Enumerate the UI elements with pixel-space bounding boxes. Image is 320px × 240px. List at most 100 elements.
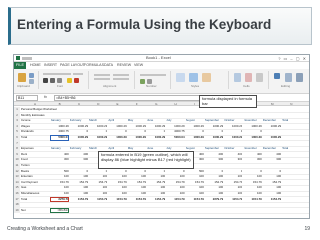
formula-input[interactable]: =B4+B5+B6 bbox=[54, 95, 214, 101]
cell[interactable]: March bbox=[89, 119, 107, 123]
cell[interactable]: 100 bbox=[89, 192, 108, 196]
cell[interactable]: 300 bbox=[51, 158, 69, 162]
cell[interactable]: 100 bbox=[89, 186, 108, 190]
column-header[interactable]: C bbox=[78, 102, 80, 106]
cell[interactable] bbox=[205, 164, 223, 168]
cell[interactable]: 1000.29 bbox=[70, 125, 88, 129]
cell[interactable]: 1000.29 bbox=[89, 125, 107, 129]
cell[interactable]: 100 bbox=[263, 175, 281, 179]
cell[interactable]: 0 bbox=[128, 170, 146, 174]
cell[interactable]: 0 bbox=[244, 130, 262, 134]
conditional-formatting-icon[interactable] bbox=[176, 73, 185, 82]
cell[interactable]: 1000.29 bbox=[89, 136, 107, 140]
cell[interactable]: 1000.29 bbox=[263, 136, 281, 140]
format-cells-icon[interactable] bbox=[256, 73, 263, 82]
cell-label[interactable]: Books bbox=[21, 170, 50, 174]
cell[interactable]: 100 bbox=[70, 192, 88, 196]
cell-label[interactable] bbox=[21, 203, 50, 207]
cell[interactable] bbox=[224, 164, 242, 168]
cell[interactable]: 100 bbox=[147, 186, 165, 190]
cell[interactable]: 100 bbox=[166, 186, 185, 190]
cell[interactable]: 1000.29 bbox=[224, 136, 242, 140]
cell[interactable]: 100 bbox=[244, 186, 262, 190]
cell[interactable]: 100 bbox=[166, 192, 185, 196]
cell[interactable]: 100 bbox=[224, 175, 243, 179]
cell[interactable]: 1000.29 bbox=[205, 125, 223, 129]
cell[interactable]: 100 bbox=[70, 186, 88, 190]
cell[interactable]: 100 bbox=[224, 192, 243, 196]
cell[interactable]: June bbox=[147, 119, 165, 123]
cell[interactable]: 1154.79 bbox=[224, 198, 242, 202]
cell[interactable]: 100 bbox=[128, 175, 146, 179]
cell-label[interactable]: Dividends bbox=[21, 130, 50, 134]
cell[interactable]: 100 bbox=[205, 186, 223, 190]
cell[interactable]: 1154.79 bbox=[147, 198, 165, 202]
cell[interactable]: 100 bbox=[89, 175, 108, 179]
cell[interactable]: 154.79 bbox=[89, 181, 108, 185]
cell[interactable]: 0 bbox=[70, 170, 88, 174]
cell[interactable]: 0 bbox=[108, 130, 127, 134]
cell-label[interactable]: Total bbox=[21, 136, 50, 140]
delete-cells-icon[interactable] bbox=[245, 73, 252, 82]
cell[interactable]: 0 bbox=[244, 170, 262, 174]
cell[interactable]: 0 bbox=[89, 170, 108, 174]
cell[interactable]: 100 bbox=[205, 175, 223, 179]
cell[interactable]: November bbox=[244, 147, 262, 151]
cell[interactable] bbox=[263, 164, 281, 168]
cell[interactable]: 400 bbox=[70, 153, 88, 157]
cell[interactable]: October bbox=[224, 119, 242, 123]
cell[interactable]: 100 bbox=[263, 186, 281, 190]
fx-label[interactable]: fx bbox=[44, 95, 47, 99]
align-top-icon[interactable] bbox=[94, 74, 110, 76]
cell[interactable]: 1000.29 bbox=[205, 136, 223, 140]
cell[interactable]: 1000.29 bbox=[166, 125, 184, 129]
cell-label[interactable]: Gas bbox=[21, 186, 50, 190]
cell[interactable]: 1154.79 bbox=[108, 198, 126, 202]
cell[interactable]: 0 bbox=[186, 130, 204, 134]
tab-formulas[interactable]: FORMULAS bbox=[84, 62, 104, 69]
cell[interactable]: February bbox=[70, 147, 88, 151]
cell[interactable]: 100 bbox=[128, 186, 146, 190]
cell[interactable]: 300 bbox=[263, 158, 281, 162]
cell[interactable]: 1000.29 bbox=[186, 125, 203, 129]
cell[interactable]: October bbox=[224, 147, 242, 151]
cell[interactable]: 100 bbox=[70, 175, 88, 179]
cell[interactable]: 1154.79 bbox=[89, 198, 107, 202]
cell[interactable]: 1000.29 bbox=[51, 125, 68, 129]
cell[interactable]: 400 bbox=[263, 153, 281, 157]
cell[interactable] bbox=[70, 164, 88, 168]
cell[interactable]: January bbox=[51, 119, 69, 123]
align-center-icon[interactable] bbox=[94, 78, 110, 80]
cell[interactable]: 300 bbox=[70, 158, 88, 162]
wrap-text-icon[interactable] bbox=[113, 74, 129, 76]
bold-icon[interactable] bbox=[43, 78, 48, 83]
column-header[interactable]: I bbox=[194, 102, 195, 106]
italic-icon[interactable] bbox=[50, 78, 55, 83]
cell[interactable]: 100 bbox=[263, 192, 281, 196]
name-box[interactable]: B11 bbox=[16, 95, 38, 101]
cell[interactable]: 100 bbox=[128, 192, 146, 196]
autosum-icon[interactable] bbox=[274, 73, 280, 79]
cell[interactable]: 0 bbox=[108, 170, 127, 174]
column-header[interactable]: N bbox=[290, 102, 292, 106]
cell[interactable]: November bbox=[244, 119, 262, 123]
cell[interactable]: 154.79 bbox=[147, 181, 165, 185]
column-header[interactable]: M bbox=[271, 102, 274, 106]
cell[interactable]: 100 bbox=[108, 175, 127, 179]
tab-insert[interactable]: INSERT bbox=[44, 62, 57, 69]
cell[interactable]: 154.79 bbox=[244, 181, 262, 185]
cell-label[interactable]: Miscellaneous bbox=[21, 192, 50, 196]
cell[interactable]: 154.79 bbox=[205, 181, 223, 185]
cell[interactable]: 100 bbox=[51, 192, 69, 196]
cell[interactable]: 1000.29 bbox=[147, 136, 165, 140]
cell-label[interactable]: Income bbox=[21, 119, 50, 123]
cell[interactable]: Total bbox=[282, 147, 300, 151]
cell[interactable]: 154.79 bbox=[224, 181, 243, 185]
cell-label[interactable]: Expenses bbox=[21, 147, 50, 151]
cell[interactable]: 0 bbox=[205, 130, 224, 134]
cell[interactable]: 0 bbox=[224, 130, 243, 134]
cell[interactable]: 100 bbox=[186, 192, 204, 196]
merge-center-icon[interactable] bbox=[113, 78, 129, 80]
cell[interactable]: 2279.79 bbox=[205, 198, 223, 202]
cell[interactable]: May bbox=[128, 119, 146, 123]
